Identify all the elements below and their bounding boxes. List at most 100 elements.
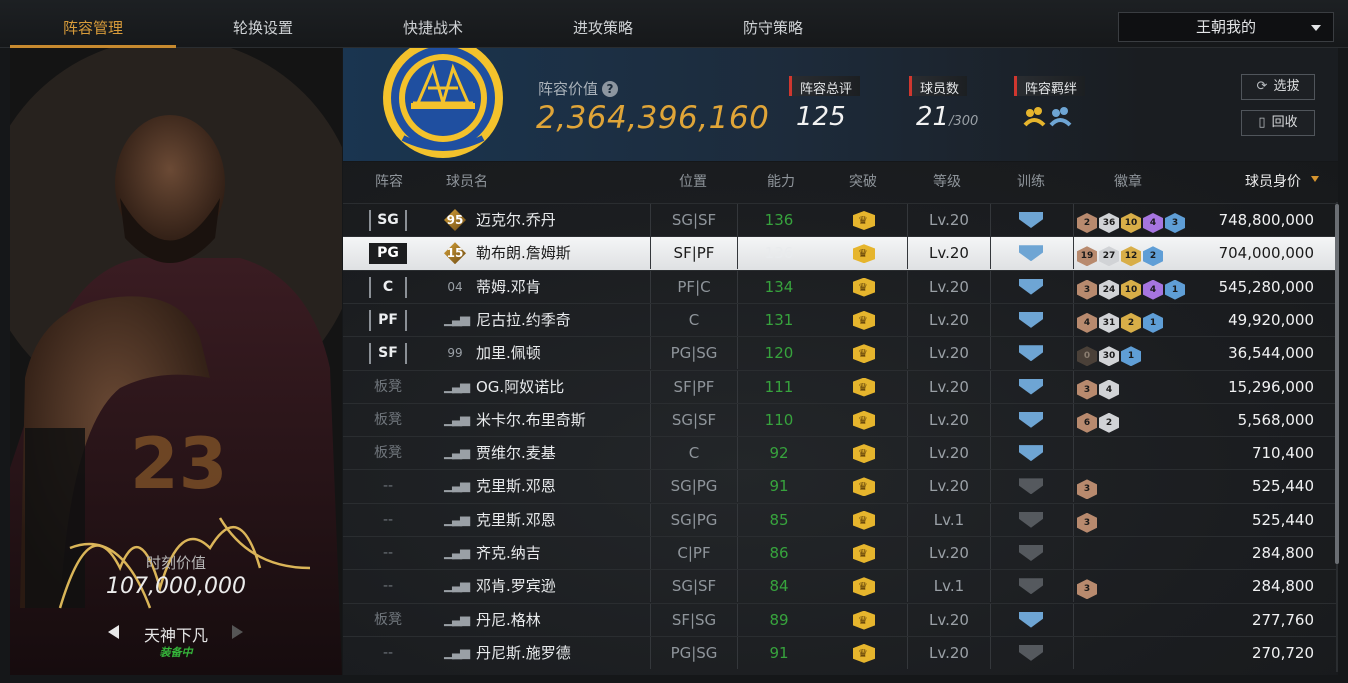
- col-level[interactable]: 等级: [907, 162, 987, 202]
- breakthrough-crown-icon[interactable]: [853, 277, 875, 297]
- training-icon[interactable]: [1019, 445, 1043, 462]
- table-row[interactable]: -- ▁▃▅ 齐克.纳吉 C|PF 86 Lv.20 284,800: [343, 536, 1338, 569]
- breakthrough-crown-icon[interactable]: [853, 577, 875, 597]
- player-card[interactable]: 23 时刻价值 107,000,000 天神下凡 装备中: [10, 48, 342, 675]
- table-row[interactable]: 板凳 ▁▃▅ 丹尼.格林 SF|SG 89 Lv.20 277,760: [343, 602, 1338, 636]
- help-icon[interactable]: ?: [602, 81, 619, 97]
- select-button[interactable]: ⟳ 选拔: [1241, 74, 1315, 100]
- breakthrough-crown-icon[interactable]: [853, 477, 875, 497]
- col-badges[interactable]: 徽章: [1088, 162, 1168, 202]
- training-icon[interactable]: [1019, 411, 1043, 428]
- training-icon[interactable]: [1019, 245, 1043, 262]
- position-slot-badge[interactable]: PF: [369, 309, 407, 331]
- bench-slot[interactable]: --: [369, 470, 407, 502]
- team-dropdown[interactable]: 王朝我的: [1118, 12, 1334, 42]
- table-row[interactable]: PF▁▃▅尼古拉.约季奇C131Lv.204312149,920,000: [343, 302, 1338, 336]
- table-row[interactable]: -- ▁▃▅ 丹尼斯.施罗德 PG|SG 91 Lv.20 270,720: [343, 635, 1338, 669]
- player-name[interactable]: 蒂姆.邓肯: [476, 271, 541, 303]
- position-slot-badge[interactable]: SG: [369, 210, 407, 231]
- tab-lineup[interactable]: 阵容管理: [10, 0, 176, 48]
- training-icon[interactable]: [1019, 378, 1043, 395]
- training-icon[interactable]: [1019, 511, 1043, 528]
- badge-list[interactable]: 19 27 12 2: [1077, 243, 1165, 267]
- position-slot-badge[interactable]: PG: [369, 243, 407, 265]
- training-icon[interactable]: [1019, 644, 1043, 661]
- player-name[interactable]: 丹尼斯.施罗德: [476, 637, 571, 669]
- table-row[interactable]: 板凳 ▁▃▅ 米卡尔.布里奇斯 SG|SF 110 Lv.20 62 5,568,000: [343, 402, 1338, 436]
- breakthrough-crown-icon[interactable]: [853, 610, 875, 630]
- breakthrough-crown-icon[interactable]: [853, 344, 875, 364]
- breakthrough-crown-icon[interactable]: [853, 510, 875, 530]
- player-name[interactable]: 米卡尔.布里奇斯: [476, 404, 586, 436]
- player-name[interactable]: 迈克尔.乔丹: [476, 204, 556, 236]
- badge-list[interactable]: 2 36 10 4 3: [1077, 210, 1187, 233]
- breakthrough-crown-icon[interactable]: [853, 211, 875, 230]
- breakthrough-crown-icon[interactable]: [853, 244, 875, 264]
- training-icon[interactable]: [1019, 278, 1043, 295]
- breakthrough-crown-icon[interactable]: [853, 377, 875, 397]
- badge-list[interactable]: 3: [1077, 510, 1099, 533]
- position-slot-badge[interactable]: SF: [369, 343, 407, 365]
- bond-icons[interactable]: [1022, 105, 1074, 129]
- badge-list[interactable]: 62: [1077, 410, 1121, 433]
- player-name[interactable]: 尼古拉.约季奇: [476, 304, 571, 336]
- training-icon[interactable]: [1019, 545, 1043, 561]
- bench-slot[interactable]: 板凳: [369, 437, 407, 469]
- bench-slot[interactable]: --: [369, 570, 407, 602]
- player-name[interactable]: OG.阿奴诺比: [476, 371, 564, 403]
- sort-desc-icon[interactable]: [1311, 176, 1319, 182]
- training-icon[interactable]: [1019, 345, 1043, 362]
- recycle-button[interactable]: ▯ 回收: [1241, 110, 1315, 136]
- tab-defense[interactable]: 防守策略: [690, 0, 856, 48]
- badge-list[interactable]: 3 24 10 4 1: [1077, 277, 1187, 300]
- table-row[interactable]: -- ▁▃▅ 克里斯.邓恩 SG|PG 91 Lv.20 3 525,440: [343, 469, 1338, 503]
- col-name[interactable]: 球员名: [446, 162, 494, 202]
- training-icon[interactable]: [1019, 478, 1043, 495]
- col-position[interactable]: 位置: [653, 162, 733, 202]
- training-icon[interactable]: [1019, 212, 1043, 228]
- player-name[interactable]: 克里斯.邓恩: [476, 470, 556, 502]
- table-row[interactable]: PG 15 勒布朗.詹姆斯 SF|PF 136 Lv.20 1927122 704,000,0…: [343, 236, 1338, 270]
- tab-quick-tactics[interactable]: 快捷战术: [350, 0, 516, 48]
- player-name[interactable]: 克里斯.邓恩: [476, 504, 556, 536]
- badge-list[interactable]: 0 30 1: [1077, 343, 1143, 367]
- bench-slot[interactable]: --: [369, 637, 407, 669]
- next-skin-arrow-icon[interactable]: [232, 625, 243, 639]
- player-name[interactable]: 丹尼.格林: [476, 604, 541, 636]
- badge-list[interactable]: 3: [1077, 476, 1099, 500]
- player-name[interactable]: 齐克.纳吉: [476, 537, 541, 569]
- table-row[interactable]: SG 95 迈克尔.乔丹 SG|SF 136 Lv.20 2361043 748,800,00…: [343, 203, 1338, 236]
- table-row[interactable]: SF 99 加里.佩顿 PG|SG 120 Lv.20 0301 36,544,000: [343, 336, 1338, 370]
- col-slot[interactable]: 阵容: [361, 162, 417, 202]
- bench-slot[interactable]: 板凳: [369, 371, 407, 403]
- scrollbar-thumb[interactable]: [1335, 204, 1339, 564]
- badge-list[interactable]: 4 31 2 1: [1077, 310, 1165, 333]
- bench-slot[interactable]: --: [369, 504, 407, 536]
- breakthrough-crown-icon[interactable]: [853, 310, 875, 330]
- badge-list[interactable]: 34: [1077, 377, 1121, 400]
- col-player-value[interactable]: 球员身价: [1233, 162, 1313, 202]
- training-icon[interactable]: [1019, 578, 1043, 595]
- tab-rotation[interactable]: 轮换设置: [180, 0, 346, 48]
- player-name[interactable]: 邓肯.罗宾逊: [476, 570, 556, 602]
- table-row[interactable]: 板凳 ▁▃▅ OG.阿奴诺比 SF|PF 111 Lv.20 34 15,296,000: [343, 369, 1338, 403]
- col-training[interactable]: 训练: [991, 162, 1071, 202]
- table-row[interactable]: C04蒂姆.邓肯PF|C134Lv.203241041545,280,000: [343, 269, 1338, 303]
- tab-offense[interactable]: 进攻策略: [520, 0, 686, 48]
- training-icon[interactable]: [1019, 611, 1043, 628]
- position-slot-badge[interactable]: C: [369, 276, 407, 298]
- bench-slot[interactable]: 板凳: [369, 604, 407, 636]
- breakthrough-crown-icon[interactable]: [853, 544, 875, 563]
- badge-list[interactable]: 3: [1077, 576, 1099, 600]
- breakthrough-crown-icon[interactable]: [853, 444, 875, 464]
- table-row[interactable]: -- ▁▃▅ 克里斯.邓恩 SG|PG 85 Lv.1 3 525,440: [343, 502, 1338, 536]
- player-name[interactable]: 加里.佩顿: [476, 337, 541, 369]
- player-name[interactable]: 贾维尔.麦基: [476, 437, 556, 469]
- col-breakthrough[interactable]: 突破: [823, 162, 903, 202]
- breakthrough-crown-icon[interactable]: [853, 643, 875, 663]
- breakthrough-crown-icon[interactable]: [853, 410, 875, 430]
- table-row[interactable]: -- ▁▃▅ 邓肯.罗宾逊 SG|SF 84 Lv.1 3 284,800: [343, 569, 1338, 603]
- col-ability[interactable]: 能力: [741, 162, 821, 202]
- training-icon[interactable]: [1019, 311, 1043, 328]
- player-name[interactable]: 勒布朗.詹姆斯: [476, 237, 571, 269]
